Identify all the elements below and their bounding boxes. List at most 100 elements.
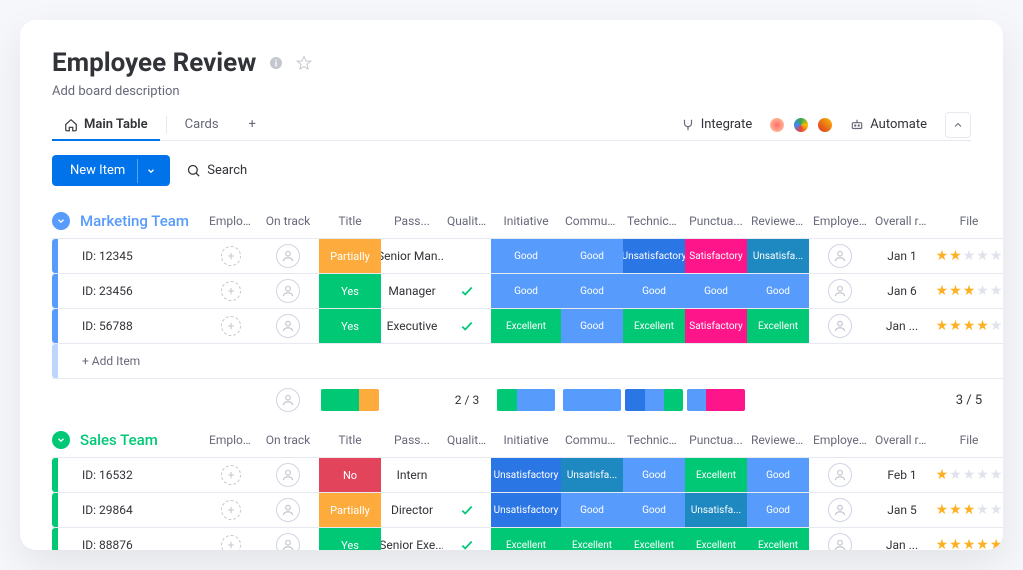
add-subitem[interactable]: + xyxy=(205,458,257,492)
add-subitem[interactable]: + xyxy=(205,309,257,343)
cell-status[interactable]: Unsatisfactory xyxy=(623,239,685,273)
add-subitem[interactable]: + xyxy=(205,239,257,273)
automate-button[interactable]: Automate xyxy=(842,113,935,136)
cell-employee[interactable] xyxy=(257,458,319,492)
cell-id[interactable]: ID: 12345 xyxy=(70,239,205,273)
cell-reviewed-by[interactable] xyxy=(809,528,871,550)
add-tab[interactable]: + xyxy=(237,109,268,140)
cell-reviewed-by[interactable] xyxy=(809,493,871,527)
table-row[interactable]: ID: 12345+PartiallySenior Man...GoodGood… xyxy=(52,238,1003,273)
cell-status[interactable]: Unsatisfactory xyxy=(491,493,561,527)
add-item-row[interactable]: + Add Item xyxy=(52,343,1003,379)
cell-employed-since[interactable]: Jan ... xyxy=(871,309,933,343)
table-row[interactable]: ID: 23456+YesManagerGoodGoodGoodGoodGood… xyxy=(52,273,1003,308)
column-header[interactable]: Pass... xyxy=(381,206,443,236)
cell-status[interactable]: Excellent xyxy=(491,528,561,550)
column-header[interactable]: Title xyxy=(319,206,381,236)
cell-reviewed-by[interactable] xyxy=(809,239,871,273)
cell-rating[interactable]: ★★★★★ xyxy=(933,239,1003,273)
search-button[interactable]: Search xyxy=(186,163,247,178)
column-header[interactable]: Technica... xyxy=(623,206,685,236)
cell-status[interactable]: Excellent xyxy=(623,528,685,550)
cell-employee[interactable] xyxy=(257,274,319,308)
cell-status[interactable]: Good xyxy=(623,458,685,492)
column-header[interactable]: Overall rating xyxy=(871,206,933,236)
column-header[interactable]: Communi... xyxy=(561,425,623,455)
cell-title[interactable]: Executive xyxy=(381,309,443,343)
cell-status[interactable]: Good xyxy=(561,274,623,308)
cell-pass[interactable] xyxy=(443,274,491,308)
cell-status[interactable]: Excellent xyxy=(561,528,623,550)
integrate-button[interactable]: Integrate xyxy=(673,113,761,136)
cell-status[interactable]: Good xyxy=(491,239,561,273)
cell-employed-since[interactable]: Feb 1 xyxy=(871,458,933,492)
cell-status[interactable]: Satisfactory xyxy=(685,309,747,343)
integration-icon-2[interactable] xyxy=(794,118,808,132)
collapse-button[interactable] xyxy=(945,112,971,138)
cell-status[interactable]: Good xyxy=(561,493,623,527)
cell-status[interactable]: Unsatisfa... xyxy=(561,458,623,492)
cell-status[interactable]: Good xyxy=(561,239,623,273)
cell-status[interactable]: Good xyxy=(685,274,747,308)
cell-status[interactable]: Good xyxy=(747,458,809,492)
cell-status[interactable]: Good xyxy=(491,274,561,308)
new-item-button[interactable]: New Item xyxy=(52,155,170,186)
cell-status[interactable]: Unsatisfa... xyxy=(747,239,809,273)
column-header[interactable]: On track xyxy=(257,425,319,455)
column-header[interactable]: Employed s... xyxy=(809,425,871,455)
cell-on-track[interactable]: Partially xyxy=(319,493,381,527)
cell-status[interactable]: Unsatisfa... xyxy=(685,493,747,527)
chevron-down-icon[interactable] xyxy=(137,159,164,183)
cell-reviewed-by[interactable] xyxy=(809,309,871,343)
cell-status[interactable]: Excellent xyxy=(623,309,685,343)
board-description[interactable]: Add board description xyxy=(52,84,971,99)
column-header[interactable]: Initiative xyxy=(491,425,561,455)
table-row[interactable]: ID: 88876+YesSenior Exe...ExcellentExcel… xyxy=(52,527,1003,550)
column-header[interactable]: Communi... xyxy=(561,206,623,236)
cell-id[interactable]: ID: 29864 xyxy=(70,493,205,527)
tab-main-table[interactable]: Main Table xyxy=(52,109,160,140)
group-title[interactable]: Marketing Team xyxy=(80,212,189,230)
group-collapse-toggle[interactable] xyxy=(52,212,70,230)
cell-employed-since[interactable]: Jan ... xyxy=(871,528,933,550)
cell-status[interactable]: Excellent xyxy=(491,309,561,343)
group-collapse-toggle[interactable] xyxy=(52,431,70,449)
column-header[interactable]: File xyxy=(933,425,1003,455)
cell-on-track[interactable]: Yes xyxy=(319,528,381,550)
cell-rating[interactable]: ★★★★★ xyxy=(933,493,1003,527)
cell-employee[interactable] xyxy=(257,528,319,550)
column-header[interactable]: Punctua... xyxy=(685,425,747,455)
cell-status[interactable]: Excellent xyxy=(685,528,747,550)
cell-title[interactable]: Senior Man... xyxy=(381,239,443,273)
cell-status[interactable]: Excellent xyxy=(747,309,809,343)
cell-pass[interactable] xyxy=(443,239,491,273)
cell-id[interactable]: ID: 88876 xyxy=(70,528,205,550)
cell-title[interactable]: Manager xyxy=(381,274,443,308)
column-header[interactable]: File xyxy=(933,206,1003,236)
cell-status[interactable]: Good xyxy=(747,493,809,527)
cell-employee[interactable] xyxy=(257,493,319,527)
column-header[interactable]: Technica... xyxy=(623,425,685,455)
cell-on-track[interactable]: Yes xyxy=(319,274,381,308)
cell-status[interactable]: Unsatisfactory xyxy=(491,458,561,492)
cell-pass[interactable] xyxy=(443,458,491,492)
cell-status[interactable]: Good xyxy=(623,493,685,527)
column-header[interactable]: Title xyxy=(319,425,381,455)
cell-employed-since[interactable]: Jan 5 xyxy=(871,493,933,527)
column-header[interactable]: Pass... xyxy=(381,425,443,455)
tab-cards[interactable]: Cards xyxy=(173,109,231,140)
column-header[interactable]: Employed s... xyxy=(809,206,871,236)
cell-status[interactable]: Good xyxy=(747,274,809,308)
cell-employed-since[interactable]: Jan 1 xyxy=(871,239,933,273)
column-header[interactable]: Initiative xyxy=(491,206,561,236)
table-row[interactable]: ID: 16532+NoInternUnsatisfactoryUnsatisf… xyxy=(52,457,1003,492)
column-header[interactable]: Reviewed by xyxy=(747,206,809,236)
integration-icon-1[interactable] xyxy=(770,118,784,132)
cell-rating[interactable]: ★★★★★ xyxy=(933,458,1003,492)
cell-status[interactable]: Good xyxy=(561,309,623,343)
cell-reviewed-by[interactable] xyxy=(809,458,871,492)
cell-pass[interactable] xyxy=(443,493,491,527)
cell-id[interactable]: ID: 56788 xyxy=(70,309,205,343)
column-header[interactable]: Employee xyxy=(205,425,257,455)
table-row[interactable]: ID: 29864+PartiallyDirectorUnsatisfactor… xyxy=(52,492,1003,527)
